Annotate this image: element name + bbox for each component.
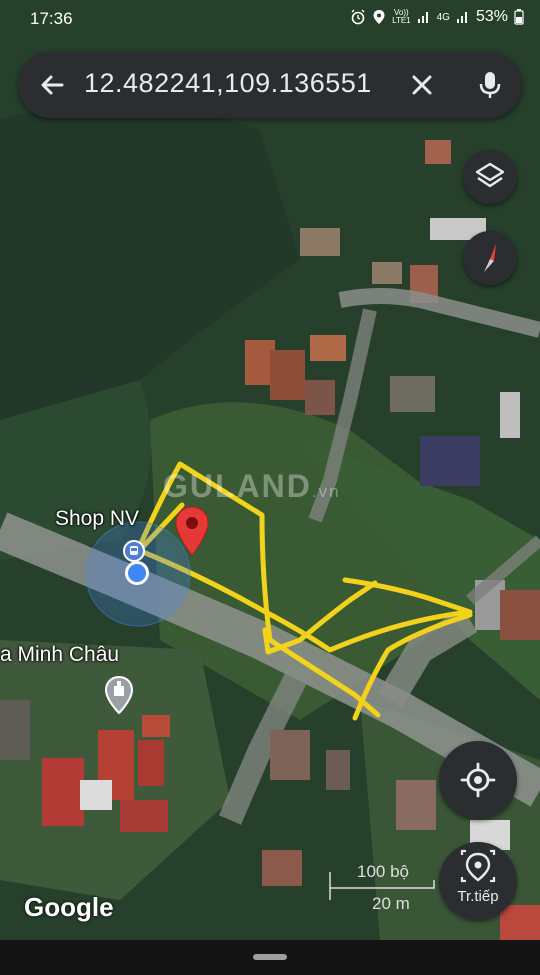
map-pin-icon[interactable]: [174, 505, 210, 557]
scale-bar: [329, 872, 435, 900]
back-button[interactable]: [36, 69, 68, 101]
layers-icon: [475, 162, 505, 188]
compass-button[interactable]: [463, 231, 517, 285]
church-icon[interactable]: [104, 675, 134, 715]
network-type: 4G: [436, 11, 450, 23]
home-gesture-handle[interactable]: [253, 954, 287, 960]
mic-icon: [479, 72, 501, 98]
alarm-icon: [351, 9, 365, 25]
back-arrow-icon: [41, 75, 64, 95]
place-label-church[interactable]: a Minh Châu: [0, 643, 119, 667]
my-location-dot: [125, 561, 149, 585]
bus-stop-icon[interactable]: [123, 540, 145, 562]
navigate-button[interactable]: Tr.tiếp: [439, 842, 517, 920]
watermark-text: GULAND: [163, 468, 312, 504]
google-logo: Google: [24, 892, 114, 922]
battery-percent: 53%: [475, 8, 508, 25]
system-nav-bar: [0, 940, 540, 975]
layers-button[interactable]: [463, 150, 517, 204]
map-scale: 100 bộ 20 m: [326, 862, 436, 914]
status-icons: Vo)) LTE1 4G 53%: [350, 8, 524, 26]
signal-icon: [417, 12, 428, 23]
compass-icon: [484, 244, 496, 272]
battery-icon: [514, 9, 524, 25]
voice-search-button[interactable]: [473, 68, 507, 102]
location-status-icon: [373, 10, 385, 24]
search-input[interactable]: 12.482241,109.136551: [84, 68, 372, 99]
status-bar: 17:36 Vo)) LTE1 4G 53%: [0, 0, 540, 38]
clear-search-button[interactable]: [406, 69, 438, 101]
signal-icon-2: [456, 12, 467, 23]
watermark: GULAND.vn: [163, 468, 341, 505]
navigate-label: Tr.tiếp: [457, 888, 499, 905]
close-icon: [412, 75, 432, 95]
search-bar[interactable]: 12.482241,109.136551: [18, 52, 522, 118]
my-location-button[interactable]: [439, 741, 517, 819]
volte-line2: LTE1: [392, 16, 411, 25]
volte-indicator: Vo)) LTE1: [392, 9, 411, 25]
status-time: 17:36: [30, 9, 73, 28]
my-location-icon: [460, 762, 496, 798]
watermark-suffix: .vn: [311, 482, 341, 501]
place-label-shop[interactable]: Shop NV: [55, 507, 139, 531]
